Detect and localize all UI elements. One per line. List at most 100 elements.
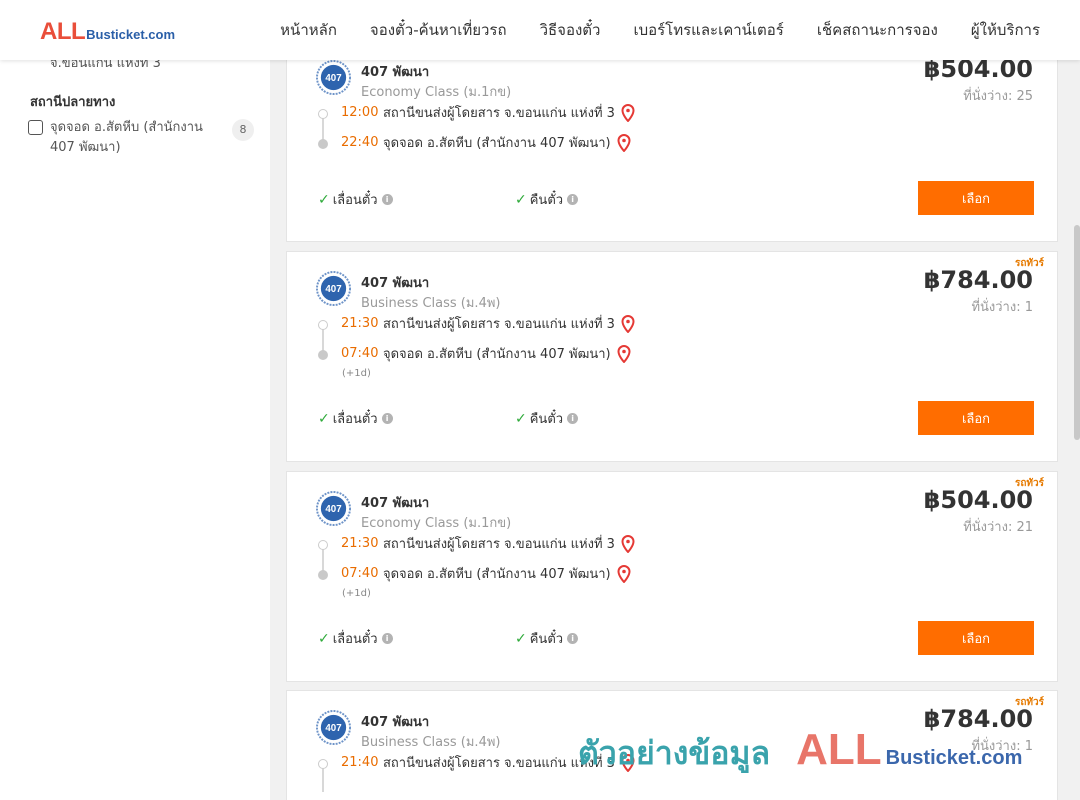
nav-book-search[interactable]: จองตั๋ว-ค้นหาเที่ยวรถ (370, 18, 507, 42)
feature-change-ticket: ✓ เลื่อนตั๋ว i (318, 408, 393, 429)
logo-rest: Busticket.com (86, 27, 176, 42)
operator-logo-icon: 407 (316, 491, 351, 526)
feature-refund-ticket: ✓ คืนตั๋ว i (515, 628, 579, 649)
departure-time: 12:00 (341, 105, 379, 120)
logo-main: ALL (40, 18, 86, 45)
info-icon[interactable]: i (381, 633, 393, 644)
depart-dot (318, 540, 328, 550)
page-scrollbar[interactable] (1074, 225, 1080, 440)
select-trip-button[interactable]: เลือก (918, 621, 1034, 655)
arrival-station: จุดจอด อ.สัตหีบ (สำนักงาน 407 พัฒนา) (383, 347, 611, 362)
depart-dot (318, 109, 328, 119)
svg-text:407: 407 (325, 73, 341, 84)
arrive-dot (318, 350, 328, 360)
feature-refund-ticket: ✓ คืนตั๋ว i (515, 408, 579, 429)
nav-check-booking[interactable]: เช็คสถานะการจอง (817, 18, 938, 42)
map-pin-icon[interactable] (621, 103, 635, 122)
bus-class: Economy Class (ม.1กข) (361, 516, 512, 531)
check-icon: ✓ (515, 410, 527, 427)
watermark-logo-main: ALL (796, 725, 882, 774)
operator-name: 407 พัฒนา (361, 715, 430, 730)
map-pin-icon[interactable] (617, 564, 631, 583)
departure-time: 21:40 (341, 755, 379, 770)
departure-time: 21:30 (341, 536, 379, 551)
check-icon: ✓ (318, 630, 330, 647)
site-logo[interactable]: ALL Busticket.com (40, 18, 175, 46)
bus-class: Business Class (ม.4พ) (361, 735, 501, 750)
departure-stop: 12:00 สถานีขนส่งผู้โดยสาร จ.ขอนแก่น แห่ง… (341, 102, 635, 123)
departure-stop: 21:30 สถานีขนส่งผู้โดยสาร จ.ขอนแก่น แห่ง… (341, 533, 635, 554)
destination-checkbox[interactable] (28, 120, 43, 135)
operator-name: 407 พัฒนา (361, 65, 430, 80)
nav-operators[interactable]: ผู้ให้บริการ (971, 18, 1040, 42)
seats-available: ที่นั่งว่าง: 21 (963, 520, 1033, 535)
watermark-text: ตัวอย่างข้อมูล (578, 734, 771, 772)
feature-change-ticket: ✓ เลื่อนตั๋ว i (318, 189, 393, 210)
trip-card: 407 407 พัฒนา Economy Class (ม.1กข) ฿504… (286, 40, 1058, 242)
top-header: ALL Busticket.com หน้าหลัก จองตั๋ว-ค้นหา… (0, 0, 1080, 60)
operator-logo-icon: 407 (316, 710, 351, 745)
operator-name: 407 พัฒนา (361, 496, 430, 511)
check-icon: ✓ (318, 410, 330, 427)
bus-class: Economy Class (ม.1กข) (361, 85, 512, 100)
nav-home[interactable]: หน้าหลัก (280, 18, 337, 42)
departure-time: 21:30 (341, 316, 379, 331)
operator-logo-icon: 407 (316, 60, 351, 95)
check-icon: ✓ (318, 191, 330, 208)
feature-label: เลื่อนตั๋ว (332, 412, 378, 427)
arrive-dot (318, 139, 328, 149)
info-icon[interactable]: i (567, 194, 579, 205)
main-nav: หน้าหลัก จองตั๋ว-ค้นหาเที่ยวรถ วิธีจองตั… (280, 0, 1040, 60)
info-icon[interactable]: i (567, 633, 579, 644)
seats-available: ที่นั่งว่าง: 1 (971, 300, 1033, 315)
check-icon: ✓ (515, 191, 527, 208)
departure-stop: 21:30 สถานีขนส่งผู้โดยสาร จ.ขอนแก่น แห่ง… (341, 313, 635, 334)
feature-label: คืนตั๋ว (529, 412, 564, 427)
departure-station: สถานีขนส่งผู้โดยสาร จ.ขอนแก่น แห่งที่ 3 (383, 317, 615, 332)
destination-option-label: จุดจอด อ.สัตหีบ (สำนักงาน 407 พัฒนา) (50, 120, 203, 155)
nav-phone-counter[interactable]: เบอร์โทรและเคาน์เตอร์ (633, 18, 783, 42)
feature-label: คืนตั๋ว (529, 632, 564, 647)
arrive-dot (318, 570, 328, 580)
feature-label: เลื่อนตั๋ว (332, 193, 378, 208)
arrival-time: 07:40 (341, 566, 379, 581)
map-pin-icon[interactable] (621, 314, 635, 333)
departure-station: สถานีขนส่งผู้โดยสาร จ.ขอนแก่น แห่งที่ 3 (383, 106, 615, 121)
arrival-stop: 22:40 จุดจอด อ.สัตหีบ (สำนักงาน 407 พัฒน… (341, 132, 631, 153)
trip-price: ฿504.00 (923, 486, 1033, 514)
select-trip-button[interactable]: เลือก (918, 181, 1034, 215)
destination-option-count: 8 (232, 119, 254, 141)
arrival-stop: 07:40 จุดจอด อ.สัตหีบ (สำนักงาน 407 พัฒน… (341, 563, 631, 584)
destination-filter-option[interactable]: จุดจอด อ.สัตหีบ (สำนักงาน 407 พัฒนา) 8 (28, 118, 258, 158)
feature-change-ticket: ✓ เลื่อนตั๋ว i (318, 628, 393, 649)
check-icon: ✓ (515, 630, 527, 647)
watermark-logo-rest: Busticket.com (885, 747, 1023, 769)
operator-name: 407 พัฒนา (361, 276, 430, 291)
svg-text:407: 407 (325, 723, 341, 734)
destination-filter-title: สถานีปลายทาง (30, 95, 116, 110)
feature-refund-ticket: ✓ คืนตั๋ว i (515, 189, 579, 210)
trip-card: รถทัวร์ 407 407 พัฒนา Economy Class (ม.1… (286, 471, 1058, 682)
operator-logo-icon: 407 (316, 271, 351, 306)
feature-label: คืนตั๋ว (529, 193, 564, 208)
nav-how-to-book[interactable]: วิธีจองตั๋ว (540, 18, 601, 42)
info-icon[interactable]: i (381, 194, 393, 205)
select-trip-button[interactable]: เลือก (918, 401, 1034, 435)
svg-text:407: 407 (325, 504, 341, 515)
map-pin-icon[interactable] (617, 344, 631, 363)
next-day-marker: (+1d) (342, 368, 371, 379)
arrival-station: จุดจอด อ.สัตหีบ (สำนักงาน 407 พัฒนา) (383, 136, 611, 151)
sample-data-watermark: ตัวอย่างข้อมูล ALL Busticket.com (578, 725, 1022, 779)
map-pin-icon[interactable] (617, 133, 631, 152)
bus-class: Business Class (ม.4พ) (361, 296, 501, 311)
trip-card: รถทัวร์ 407 407 พัฒนา Business Class (ม.… (286, 251, 1058, 462)
arrival-station: จุดจอด อ.สัตหีบ (สำนักงาน 407 พัฒนา) (383, 567, 611, 582)
feature-label: เลื่อนตั๋ว (332, 632, 378, 647)
arrival-time: 22:40 (341, 135, 379, 150)
arrival-time: 07:40 (341, 346, 379, 361)
info-icon[interactable]: i (381, 413, 393, 424)
arrival-stop: 07:40 จุดจอด อ.สัตหีบ (สำนักงาน 407 พัฒน… (341, 343, 631, 364)
trip-price: ฿784.00 (923, 266, 1033, 294)
info-icon[interactable]: i (567, 413, 579, 424)
map-pin-icon[interactable] (621, 534, 635, 553)
